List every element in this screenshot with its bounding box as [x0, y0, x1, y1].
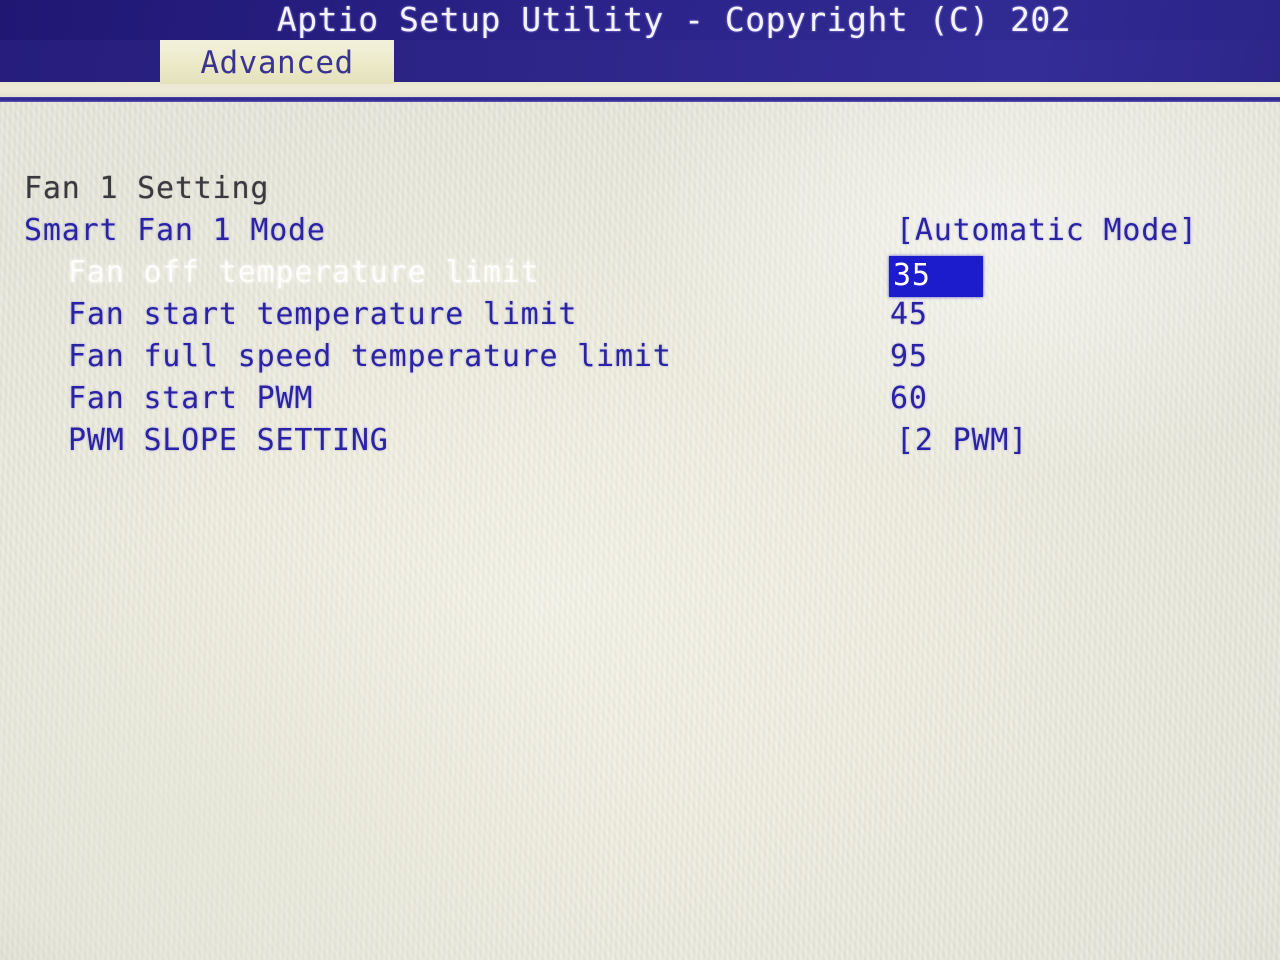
settings-list: Fan 1 Setting Smart Fan 1 Mode [Automati…: [0, 102, 1280, 960]
settings-row-value[interactable]: 45: [890, 294, 928, 336]
settings-row-value[interactable]: 60: [890, 378, 928, 420]
bios-setup-screen: Aptio Setup Utility - Copyright (C) 202 …: [0, 0, 1280, 960]
settings-row-label: Fan 1 Setting: [24, 171, 270, 206]
settings-row-label: Smart Fan 1 Mode: [24, 213, 326, 248]
settings-row-label: PWM SLOPE SETTING: [68, 423, 389, 458]
settings-row-value[interactable]: [2 PWM]: [896, 420, 1028, 462]
settings-row-fan-full-speed-temperature-limit[interactable]: Fan full speed temperature limit 95: [0, 336, 1280, 378]
settings-row-smart-fan-1-mode[interactable]: Smart Fan 1 Mode [Automatic Mode]: [0, 210, 1280, 252]
tab-underline-band: [0, 82, 1280, 98]
tab-advanced[interactable]: Advanced: [160, 40, 394, 84]
settings-row-fan-start-pwm[interactable]: Fan start PWM 60: [0, 378, 1280, 420]
settings-row-label: Fan off temperature limit: [68, 255, 540, 290]
settings-row-fan-off-temperature-limit[interactable]: Fan off temperature limit 35: [0, 252, 1280, 297]
title-bar: Aptio Setup Utility - Copyright (C) 202: [0, 0, 1280, 40]
settings-row-label: Fan full speed temperature limit: [68, 339, 672, 374]
settings-row-label: Fan start PWM: [68, 381, 314, 416]
settings-row-fan-start-temperature-limit[interactable]: Fan start temperature limit 45: [0, 294, 1280, 336]
settings-row-pwm-slope-setting[interactable]: PWM SLOPE SETTING [2 PWM]: [0, 420, 1280, 462]
page-title: Aptio Setup Utility - Copyright (C) 202: [276, 0, 1072, 39]
settings-row-value[interactable]: 95: [890, 336, 928, 378]
settings-row-fan-1-setting: Fan 1 Setting: [0, 168, 1280, 210]
settings-row-label: Fan start temperature limit: [68, 297, 578, 332]
settings-row-value[interactable]: [Automatic Mode]: [896, 210, 1198, 252]
tab-advanced-label: Advanced: [200, 45, 354, 81]
settings-row-value-editable[interactable]: 35: [889, 256, 983, 297]
